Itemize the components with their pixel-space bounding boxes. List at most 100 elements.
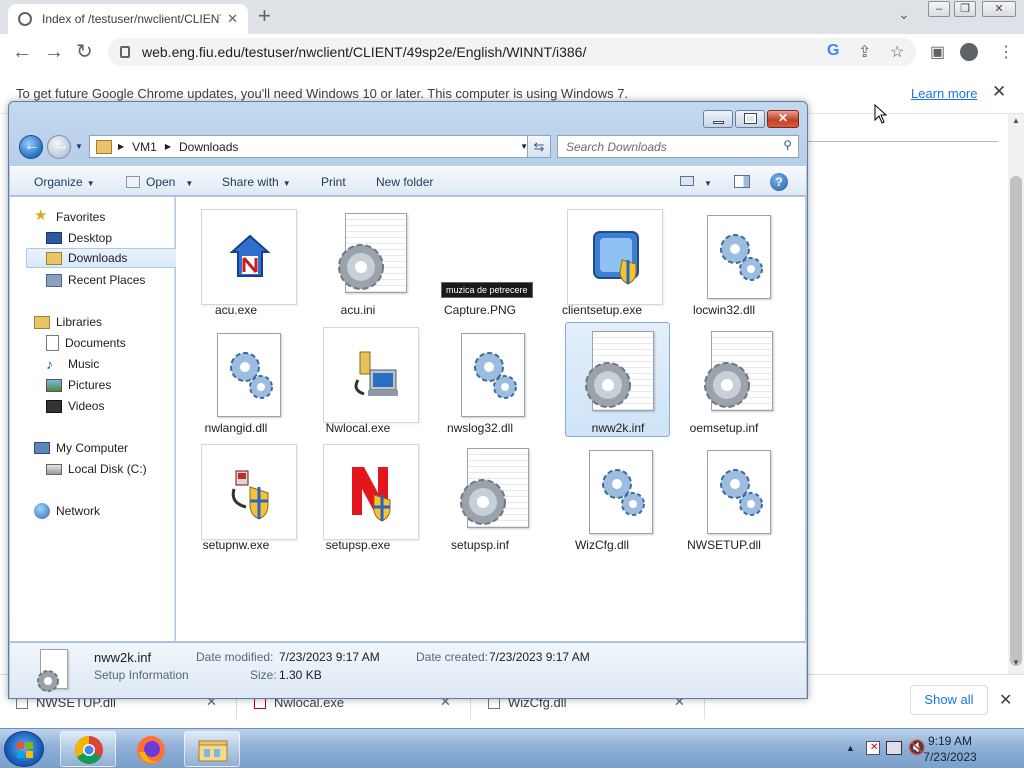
- recent-pages-chevron-icon[interactable]: ▼: [75, 142, 83, 151]
- scroll-down-icon[interactable]: ▼: [1012, 658, 1020, 667]
- google-lens-icon[interactable]: G: [827, 42, 839, 60]
- profile-avatar-icon[interactable]: [960, 43, 978, 61]
- side-panel-icon[interactable]: ▣: [930, 42, 945, 62]
- explorer-window: ✕ ← → ▼ ▶ VM1 ▶ Downloads ▼ ⇆ Search Dow…: [8, 101, 808, 699]
- reload-icon[interactable]: ↻: [76, 40, 93, 64]
- nav-pictures[interactable]: Pictures: [46, 375, 111, 395]
- scrollbar-thumb[interactable]: [1010, 176, 1022, 666]
- open-file-icon: [126, 176, 140, 188]
- share-icon[interactable]: ⇪: [858, 42, 871, 62]
- file-item-capture-png[interactable]: Capture.PNG: [432, 205, 536, 321]
- explorer-back-button[interactable]: ←: [19, 135, 43, 159]
- organize-menu[interactable]: Organize ▼: [34, 175, 95, 189]
- taskbar-chrome[interactable]: [60, 731, 116, 767]
- nav-downloads[interactable]: Downloads: [26, 248, 182, 268]
- close-tab-icon[interactable]: ✕: [227, 11, 238, 27]
- file-item-oemsetup-inf[interactable]: oemsetup.inf: [676, 323, 780, 439]
- bookmark-star-icon[interactable]: ☆: [890, 42, 904, 62]
- file-item-setupnw-exe[interactable]: setupnw.exe: [188, 440, 297, 556]
- details-modified-value: 7/23/2023 9:17 AM: [279, 650, 380, 664]
- infobar-close-icon[interactable]: ✕: [992, 82, 1006, 102]
- nav-music[interactable]: ♪ Music: [46, 354, 99, 374]
- nav-desktop[interactable]: Desktop: [46, 228, 112, 248]
- nav-recent-places[interactable]: Recent Places: [46, 270, 145, 290]
- documents-icon: [46, 335, 59, 351]
- file-item-nwsetup-dll[interactable]: NWSETUP.dll: [676, 440, 780, 556]
- file-item-clientsetup-exe[interactable]: clientsetup.exe: [554, 205, 663, 321]
- nav-network[interactable]: Network: [34, 501, 100, 521]
- breadcrumb-downloads[interactable]: Downloads: [179, 140, 238, 154]
- new-tab-button[interactable]: +: [258, 5, 271, 27]
- explorer-address-bar[interactable]: ▶ VM1 ▶ Downloads ▼: [89, 135, 533, 158]
- kebab-menu-icon[interactable]: ⋮: [998, 42, 1014, 62]
- file-item-locwin32-dll[interactable]: locwin32.dll: [676, 205, 780, 321]
- nav-libraries[interactable]: Libraries: [34, 312, 102, 332]
- start-button[interactable]: [4, 731, 44, 767]
- show-all-button[interactable]: Show all: [910, 685, 988, 715]
- chrome-tab-strip: Index of /testuser/nwclient/CLIENT ✕ + ⌄…: [0, 0, 1024, 34]
- chrome-icon: [75, 736, 103, 764]
- file-item-nww2k-inf[interactable]: nww2k.inf: [565, 322, 670, 437]
- breadcrumb-vm1[interactable]: VM1: [132, 140, 157, 154]
- open-menu[interactable]: Open ▼: [126, 175, 193, 189]
- music-icon: ♪: [46, 356, 53, 372]
- nav-videos[interactable]: Videos: [46, 396, 104, 416]
- file-item-nwlocal-exe[interactable]: Nwlocal.exe: [310, 323, 419, 439]
- firefox-icon: [137, 736, 165, 764]
- preview-pane-button[interactable]: [734, 175, 750, 191]
- file-item-nwslog32-dll[interactable]: nwslog32.dll: [432, 323, 536, 439]
- new-folder-button[interactable]: New folder: [376, 175, 433, 189]
- page-scrollbar[interactable]: ▲ ▼: [1008, 114, 1024, 674]
- search-icon[interactable]: ⚲: [783, 138, 792, 152]
- explorer-close-button[interactable]: ✕: [767, 110, 799, 128]
- file-item-nwlangid-dll[interactable]: nwlangid.dll: [188, 323, 292, 439]
- scroll-up-icon[interactable]: ▲: [1012, 116, 1020, 125]
- nav-my-computer[interactable]: My Computer: [34, 438, 128, 458]
- explorer-maximize-button[interactable]: [735, 110, 765, 128]
- help-icon[interactable]: ?: [770, 173, 788, 191]
- folder-icon: [198, 740, 228, 762]
- lock-icon[interactable]: [120, 46, 130, 58]
- address-bar[interactable]: web.eng.fiu.edu/testuser/nwclient/CLIENT…: [108, 38, 916, 66]
- close-window-button[interactable]: ✕: [982, 1, 1016, 17]
- taskbar-firefox[interactable]: [122, 731, 178, 767]
- change-view-button[interactable]: ▼: [680, 175, 712, 189]
- action-center-flag-icon[interactable]: ✕: [866, 741, 880, 755]
- explorer-forward-button[interactable]: →: [47, 135, 71, 159]
- share-with-menu[interactable]: Share with ▼: [222, 175, 291, 189]
- search-downloads-input[interactable]: Search Downloads ⚲: [557, 135, 799, 158]
- windows-logo-icon: [17, 742, 33, 758]
- nav-local-disk[interactable]: Local Disk (C:): [46, 459, 147, 479]
- clock[interactable]: 9:19 AM 7/23/2023: [900, 733, 1000, 765]
- explorer-minimize-button[interactable]: [703, 110, 733, 128]
- details-created-label: Date created:: [416, 650, 489, 664]
- file-item-setupsp-exe[interactable]: setupsp.exe: [310, 440, 419, 556]
- tab-title: Index of /testuser/nwclient/CLIENT: [42, 12, 222, 26]
- breadcrumb-separator-icon[interactable]: ▶: [165, 142, 171, 151]
- show-hidden-icons-icon[interactable]: ▲: [846, 743, 855, 753]
- downloads-folder-icon: [46, 251, 62, 265]
- globe-icon: [18, 12, 32, 26]
- restore-button[interactable]: ❐: [954, 1, 976, 17]
- url-text: web.eng.fiu.edu/testuser/nwclient/CLIENT…: [142, 44, 587, 60]
- downloads-bar-close-icon[interactable]: ✕: [999, 690, 1012, 710]
- refresh-button[interactable]: ⇆: [527, 135, 551, 158]
- taskbar-explorer[interactable]: [184, 731, 240, 767]
- tab-search-chevron-icon[interactable]: ⌄: [898, 6, 910, 23]
- learn-more-link[interactable]: Learn more: [911, 86, 977, 101]
- file-item-setupsp-inf[interactable]: setupsp.inf: [432, 440, 536, 556]
- file-item-acu-ini[interactable]: acu.ini: [310, 205, 414, 321]
- nav-documents[interactable]: Documents: [46, 333, 126, 353]
- nav-favorites[interactable]: ★ Favorites: [34, 207, 105, 227]
- print-button[interactable]: Print: [321, 175, 346, 189]
- back-arrow-icon[interactable]: ←: [12, 40, 32, 64]
- breadcrumb-separator-icon[interactable]: ▶: [118, 142, 124, 151]
- browser-tab[interactable]: Index of /testuser/nwclient/CLIENT ✕: [8, 4, 248, 34]
- file-item-wizcfg-dll[interactable]: WizCfg.dll: [554, 440, 658, 556]
- file-item-acu-exe[interactable]: acu.exe: [188, 205, 297, 321]
- file-name: WizCfg.dll: [574, 538, 629, 552]
- forward-arrow-icon[interactable]: →: [44, 40, 64, 64]
- minimize-button[interactable]: –: [928, 1, 950, 17]
- file-name: setupsp.inf: [450, 538, 510, 552]
- hard-drive-icon: [46, 463, 62, 475]
